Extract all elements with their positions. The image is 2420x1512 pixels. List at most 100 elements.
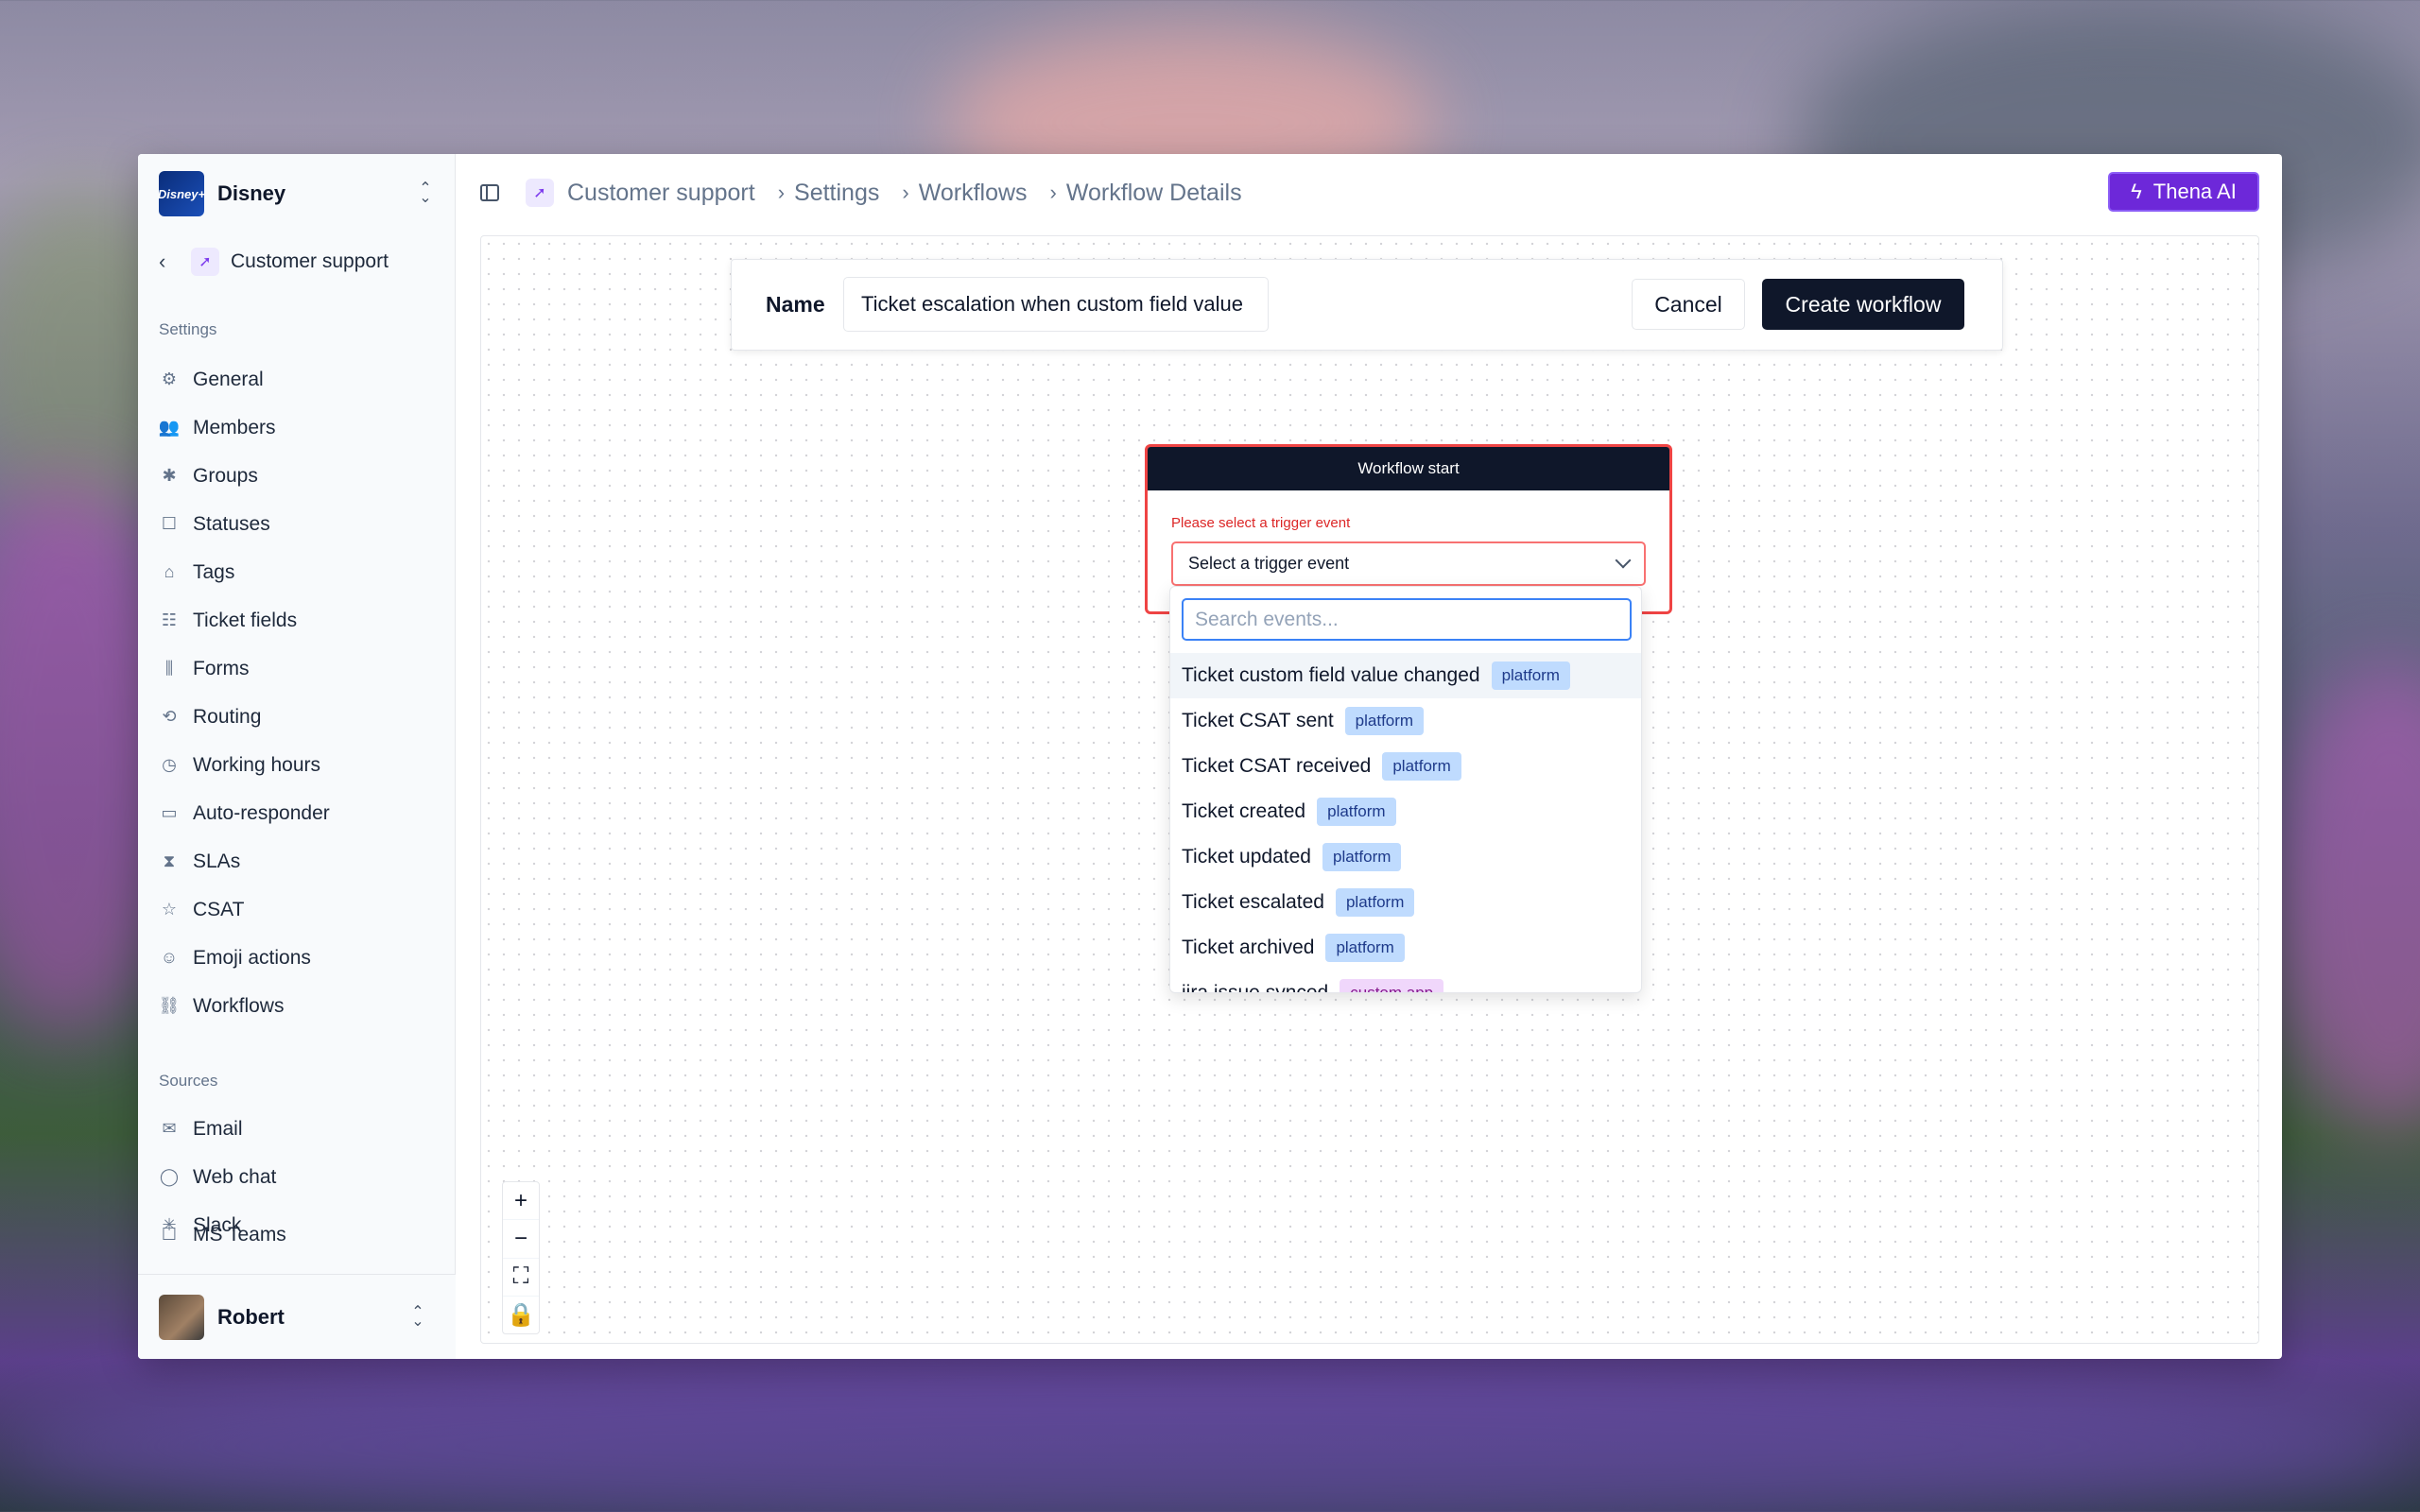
fit-view-icon[interactable]: ⛶	[503, 1259, 539, 1297]
sidebar-item-label: Statuses	[193, 512, 270, 535]
workflow-start-title: Workflow start	[1148, 447, 1669, 490]
event-option[interactable]: Ticket archived platform	[1170, 925, 1641, 971]
event-option-label: Ticket CSAT received	[1182, 755, 1372, 777]
avatar	[159, 1294, 204, 1340]
routing-icon: ⟲	[162, 707, 177, 726]
event-option[interactable]: Ticket CSAT received platform	[1170, 744, 1641, 789]
platform-tag: platform	[1382, 752, 1461, 781]
user-switcher[interactable]: Robert ⌃ ⌄	[138, 1274, 456, 1359]
trigger-select-value: Select a trigger event	[1188, 554, 1350, 573]
lock-icon[interactable]: 🔒	[503, 1297, 539, 1333]
event-list: Ticket custom field value changed platfo…	[1170, 653, 1641, 993]
breadcrumb-workflows[interactable]: Workflows	[919, 180, 1028, 207]
event-option-label: Ticket custom field value changed	[1182, 664, 1480, 686]
settings-section-title: Settings	[159, 320, 217, 338]
topbar: ➚ Customer support › Settings › Workflow…	[456, 154, 2282, 232]
sources-section-title: Sources	[159, 1072, 218, 1090]
sidebar-item-label: Emoji actions	[193, 946, 311, 969]
sidebar-item-email[interactable]: ✉ Email	[159, 1105, 435, 1153]
sidebar-item-members[interactable]: 👥 Members	[159, 404, 435, 452]
zoom-controls: + − ⛶ 🔒	[502, 1181, 540, 1334]
sidebar-item-ticket-fields[interactable]: ☷ Ticket fields	[159, 596, 435, 644]
sidebar-item-routing[interactable]: ⟲ Routing	[159, 693, 435, 741]
sidebar-item-auto-responder[interactable]: ▭ Auto-responder	[159, 789, 435, 837]
sidebar: Disney+ Disney ⌃ ⌄ ‹ ➚ Customer support S…	[138, 154, 456, 1359]
zoom-out-icon[interactable]: −	[503, 1220, 539, 1259]
breadcrumb-workflow-details: Workflow Details	[1065, 179, 1242, 206]
chevrons-updown-icon: ⌃ ⌄	[419, 180, 432, 206]
event-option-label: Ticket updated	[1182, 846, 1311, 868]
clock-icon: ◷	[162, 755, 177, 774]
sidebar-item-label: Ticket fields	[193, 609, 298, 631]
chevron-down-icon	[1615, 552, 1632, 569]
platform-tag: platform	[1491, 662, 1570, 690]
sidebar-item-workflows[interactable]: ⛓ Workflows	[159, 982, 435, 1030]
trigger-event-select[interactable]: Select a trigger event	[1171, 541, 1646, 586]
cancel-button[interactable]: Cancel	[1632, 279, 1745, 330]
event-option-label: Ticket escalated	[1182, 891, 1324, 913]
thena-ai-button[interactable]: ϟ Thena AI	[2108, 172, 2259, 212]
platform-tag: platform	[1325, 934, 1405, 962]
zoom-in-icon[interactable]: +	[503, 1182, 539, 1221]
trigger-error-hint: Please select a trigger event	[1171, 515, 1351, 531]
sidebar-item-forms[interactable]: ⫼ Forms	[159, 644, 435, 693]
back-link[interactable]: ‹ ➚ Customer support	[159, 245, 389, 279]
event-option[interactable]: Ticket escalated platform	[1170, 880, 1641, 925]
rocket-icon: ➚	[191, 248, 219, 276]
background-flowers-right	[2269, 662, 2420, 1134]
platform-tag: platform	[1317, 798, 1396, 826]
sidebar-item-csat[interactable]: ☆ CSAT	[159, 885, 435, 934]
sidebar-item-label: Auto-responder	[193, 801, 330, 824]
sidebar-item-slas[interactable]: ⧗ SLAs	[159, 837, 435, 885]
tag-icon: ⌂	[164, 562, 175, 581]
fields-icon: ☷	[161, 610, 178, 629]
name-label: Name	[766, 292, 825, 317]
workflow-name-input[interactable]	[843, 277, 1269, 332]
hourglass-icon: ⧗	[163, 851, 176, 870]
settings-nav: ⚙ General 👥 Members ✱ Groups ☐ Statuses …	[159, 355, 435, 1030]
platform-tag: platform	[1344, 707, 1425, 735]
event-option[interactable]: Ticket updated platform	[1170, 834, 1641, 880]
search-events-input[interactable]	[1182, 598, 1632, 641]
create-workflow-button[interactable]: Create workflow	[1762, 279, 1964, 330]
breadcrumb-settings[interactable]: Settings	[794, 180, 879, 207]
event-option[interactable]: jira issue synced custom app	[1170, 971, 1641, 993]
chevron-right-icon: ›	[777, 180, 786, 204]
sidebar-item-label: Forms	[193, 657, 250, 679]
square-icon: ☐	[161, 514, 178, 533]
sidebar-item-label: Members	[193, 416, 276, 438]
org-switcher[interactable]: Disney+ Disney ⌃ ⌄	[158, 171, 435, 216]
sidebar-item-statuses[interactable]: ☐ Statuses	[159, 500, 435, 548]
event-option[interactable]: Ticket created platform	[1170, 789, 1641, 834]
lightning-icon: ϟ	[2131, 180, 2142, 203]
sidebar-item-tags[interactable]: ⌂ Tags	[159, 548, 435, 596]
back-link-label: Customer support	[231, 250, 389, 272]
event-option[interactable]: Ticket custom field value changed platfo…	[1170, 653, 1641, 698]
sidebar-item-general[interactable]: ⚙ General	[159, 355, 435, 404]
rocket-icon: ➚	[526, 179, 554, 207]
sidebar-item-label: Email	[193, 1117, 243, 1140]
org-logo: Disney+	[158, 171, 205, 216]
sidebar-item-emoji-actions[interactable]: ☺ Emoji actions	[159, 934, 435, 982]
event-option-label: Ticket archived	[1182, 936, 1315, 958]
sidebar-item-label: Routing	[193, 705, 262, 728]
sidebar-item-working-hours[interactable]: ◷ Working hours	[159, 741, 435, 789]
sidebar-toggle-icon[interactable]	[480, 184, 499, 201]
platform-tag: platform	[1322, 843, 1402, 871]
event-option-label: jira issue synced	[1182, 982, 1329, 993]
sidebar-item-ms-teams[interactable]: ☐ MS Teams	[159, 1222, 435, 1245]
workflow-icon: ⛓	[158, 996, 181, 1015]
chevron-right-icon: ›	[1049, 180, 1057, 204]
sidebar-item-web-chat[interactable]: ◯ Web chat	[159, 1153, 435, 1201]
sidebar-item-label: Groups	[193, 464, 258, 487]
breadcrumb-customer-support[interactable]: Customer support	[567, 180, 755, 207]
event-option[interactable]: Ticket CSAT sent platform	[1170, 698, 1641, 744]
background-flowers-bottom	[0, 1351, 2420, 1512]
smile-icon: ☺	[160, 948, 179, 967]
org-name: Disney	[217, 181, 286, 205]
users-icon: 👥	[158, 418, 181, 437]
mail-icon: ✉	[162, 1119, 177, 1138]
sidebar-item-groups[interactable]: ✱ Groups	[159, 452, 435, 500]
gear-icon: ⚙	[161, 369, 178, 388]
workflow-name-card: Name Cancel Create workflow	[731, 259, 2003, 351]
